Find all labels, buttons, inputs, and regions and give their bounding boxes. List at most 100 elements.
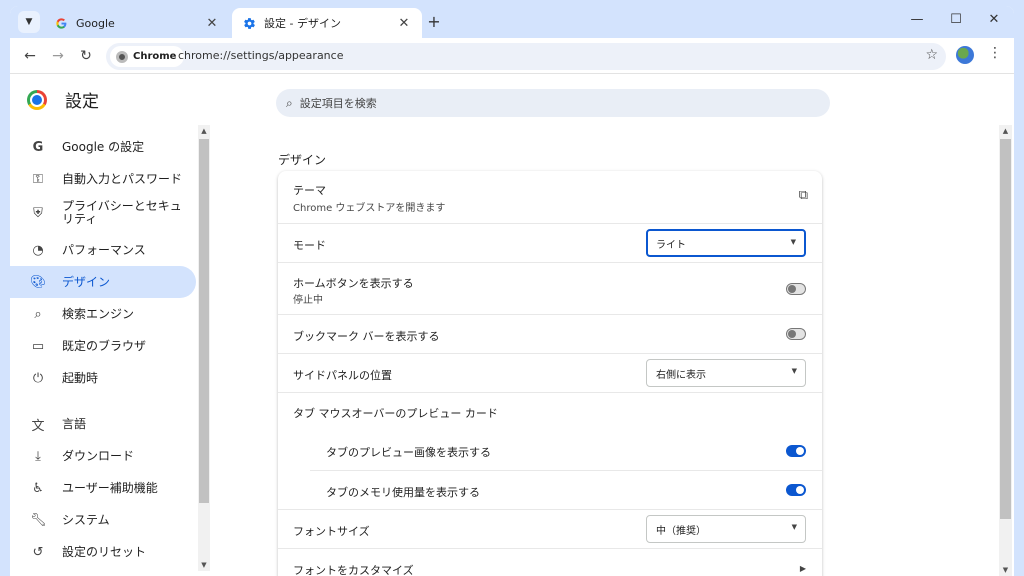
row-label: ブックマーク バーを表示する [293, 330, 440, 343]
accessibility-icon: ♿︎ [32, 480, 44, 496]
select-value: ライト [656, 239, 686, 251]
search-icon: ⌕ [286, 95, 293, 110]
forward-button[interactable]: → [48, 46, 68, 66]
minimize-button[interactable]: — [897, 12, 937, 32]
font-size-select[interactable]: 中（推奨） ▼ [646, 515, 806, 543]
sidebar-item-autofill[interactable]: ⚿ 自動入力とパスワード [10, 163, 196, 195]
bookmarks-bar-row[interactable]: ブックマーク バーを表示する [278, 314, 822, 353]
sidebar-item-appearance[interactable]: 🎨︎ デザイン [10, 266, 196, 298]
font-size-row: フォントサイズ 中（推奨） ▼ [278, 509, 822, 548]
bookmark-star-icon[interactable]: ☆ [925, 47, 938, 63]
row-label: タブのメモリ使用量を表示する [326, 486, 480, 499]
sidebar: G Google の設定 ⚿ 自動入力とパスワード ⛨ プライバシーとセキュリテ… [10, 125, 196, 576]
sidebar-item-label: デザイン [62, 274, 111, 289]
reload-button[interactable]: ↻ [76, 46, 96, 66]
sidebar-item-privacy[interactable]: ⛨ プライバシーとセキュリティ [10, 195, 196, 231]
toolbar: ← → ↻ Chrome chrome://settings/appearanc… [10, 38, 1014, 74]
new-tab-button[interactable]: + [424, 13, 444, 33]
translate-icon: 文 [31, 418, 45, 434]
scroll-down-icon[interactable]: ▼ [999, 566, 1012, 574]
site-info-chip[interactable]: Chrome [110, 46, 185, 67]
row-sublabel: Chrome ウェブストアを開きます [293, 203, 446, 214]
maximize-button[interactable]: ☐ [936, 12, 976, 32]
tab-search-button[interactable]: ▼ [18, 11, 40, 33]
sidebar-item-label: 設定のリセット [62, 544, 147, 559]
row-label: ホームボタンを表示する [293, 277, 414, 290]
scrollbar-thumb[interactable] [1000, 139, 1011, 519]
search-icon: ⌕ [34, 306, 42, 322]
sidebar-item-languages[interactable]: 文 言語 [10, 408, 196, 440]
back-button[interactable]: ← [20, 46, 40, 66]
sidebar-item-label: 起動時 [62, 370, 99, 385]
tab-google[interactable]: Google ✕ [44, 8, 230, 38]
minimize-icon: — [910, 12, 924, 27]
sidebar-item-search-engine[interactable]: ⌕ 検索エンジン [10, 298, 196, 330]
side-panel-select[interactable]: 右側に表示 ▼ [646, 359, 806, 387]
chrome-icon [116, 50, 128, 63]
sidebar-scrollbar[interactable]: ▲ ▼ [198, 125, 210, 571]
row-sublabel: 停止中 [293, 295, 323, 306]
sidebar-item-on-startup[interactable]: ⏻ 起動時 [10, 362, 196, 394]
wrench-icon: 🔧︎ [30, 512, 47, 528]
tab-memory-toggle[interactable] [786, 484, 806, 496]
home-button-toggle[interactable] [786, 283, 806, 295]
google-g-icon: G [32, 139, 44, 155]
sidebar-item-default-browser[interactable]: ▭ 既定のブラウザ [10, 330, 196, 362]
row-label: フォントサイズ [293, 525, 370, 538]
chip-label: Chrome [133, 51, 177, 62]
reset-icon: ↺ [32, 544, 44, 560]
close-icon[interactable]: ✕ [204, 16, 220, 31]
select-value: 中（推奨） [656, 525, 706, 537]
profile-avatar[interactable] [956, 46, 974, 64]
sidebar-item-google[interactable]: G Google の設定 [10, 131, 196, 163]
sidebar-item-downloads[interactable]: ⤓ ダウンロード [10, 440, 196, 472]
theme-row[interactable]: テーマ Chrome ウェブストアを開きます ⧉ [278, 171, 822, 223]
open-in-new-icon[interactable]: ⧉ [799, 188, 808, 203]
shield-icon: ⛨ [33, 205, 43, 221]
row-label: テーマ [293, 184, 326, 197]
sidebar-item-accessibility[interactable]: ♿︎ ユーザー補助機能 [10, 472, 196, 504]
close-icon: ✕ [988, 12, 1000, 27]
row-label: タブのプレビュー画像を表示する [326, 446, 491, 459]
maximize-icon: ☐ [950, 12, 962, 27]
caret-down-icon: ▼ [790, 238, 796, 246]
row-label: サイドパネルの位置 [293, 369, 392, 382]
tab-settings[interactable]: 設定 - デザイン ✕ [232, 8, 422, 38]
scrollbar-thumb[interactable] [199, 139, 209, 503]
sidebar-item-performance[interactable]: ◔ パフォーマンス [10, 234, 196, 266]
speedometer-icon: ◔ [32, 242, 44, 258]
settings-search-input[interactable]: ⌕ 設定項目を検索 [276, 89, 830, 117]
more-menu-icon[interactable]: ⋮ [988, 45, 1002, 61]
key-icon: ⚿ [33, 171, 43, 187]
chevron-down-icon: ▼ [25, 17, 33, 27]
bookmarks-bar-toggle[interactable] [786, 328, 806, 340]
sidebar-item-label: ユーザー補助機能 [62, 480, 158, 495]
home-button-row[interactable]: ホームボタンを表示する 停止中 [278, 262, 822, 314]
scroll-down-icon[interactable]: ▼ [198, 561, 210, 569]
sidebar-item-reset[interactable]: ↺ 設定のリセット [10, 536, 196, 568]
mode-select[interactable]: ライト ▼ [646, 229, 806, 257]
close-icon[interactable]: ✕ [396, 16, 412, 31]
sidebar-item-label: 言語 [62, 416, 87, 431]
url-text[interactable]: chrome://settings/appearance [178, 49, 343, 62]
tab-memory-row[interactable]: タブのメモリ使用量を表示する [310, 470, 822, 509]
side-panel-row: サイドパネルの位置 右側に表示 ▼ [278, 353, 822, 392]
customize-fonts-row[interactable]: フォントをカスタマイズ ▶ [278, 548, 822, 576]
palette-icon: 🎨︎ [30, 274, 47, 290]
tab-preview-image-toggle[interactable] [786, 445, 806, 457]
tab-preview-image-row[interactable]: タブのプレビュー画像を表示する [310, 431, 822, 470]
sidebar-item-label: プライバシーとセキュリティ [62, 199, 182, 226]
close-window-button[interactable]: ✕ [974, 12, 1014, 32]
main-scrollbar[interactable]: ▲ ▼ [999, 125, 1012, 576]
section-title: デザイン [278, 153, 327, 167]
scroll-up-icon[interactable]: ▲ [198, 127, 210, 135]
chevron-right-icon: ▶ [799, 564, 806, 573]
sidebar-item-label: システム [62, 512, 110, 527]
sidebar-item-system[interactable]: 🔧︎ システム [10, 504, 196, 536]
settings-brand: 設定 [27, 87, 99, 112]
caret-down-icon: ▼ [791, 523, 797, 531]
sidebar-item-label: 自動入力とパスワード [62, 171, 183, 186]
mode-row: モード ライト ▼ [278, 223, 822, 262]
scroll-up-icon[interactable]: ▲ [999, 127, 1012, 135]
address-bar[interactable]: Chrome chrome://settings/appearance ☆ [106, 43, 946, 70]
